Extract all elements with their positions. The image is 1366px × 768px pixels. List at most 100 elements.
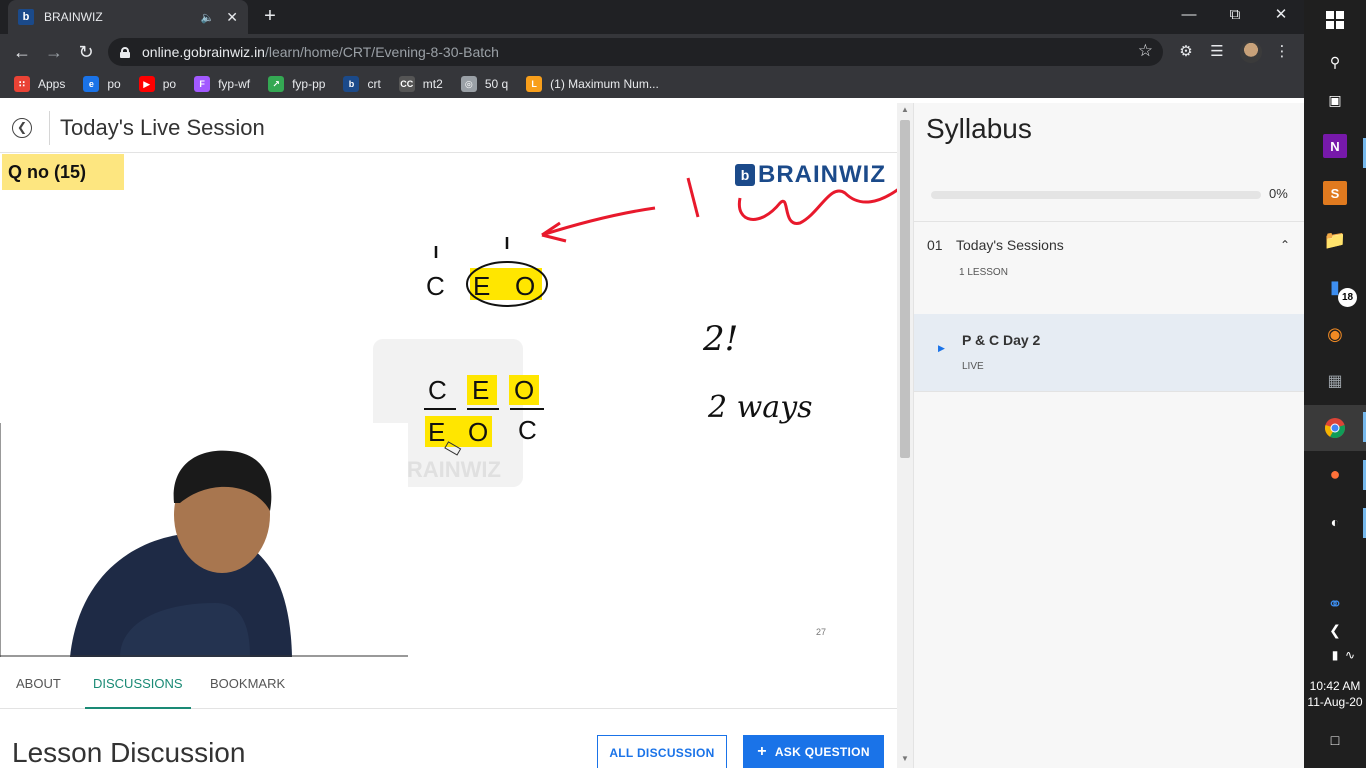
minimize-button[interactable]: —: [1166, 0, 1212, 30]
apps-grid-icon: ∷: [14, 76, 30, 92]
bookmark-label: crt: [367, 77, 381, 91]
ask-question-button[interactable]: + ASK QUESTION: [743, 735, 884, 768]
lesson-discussion-heading: Lesson Discussion: [12, 737, 246, 768]
page-scrollbar[interactable]: ▲ ▼: [897, 103, 913, 768]
scroll-down-icon[interactable]: ▼: [901, 754, 909, 763]
bookmark-label: mt2: [422, 77, 443, 91]
handwritten-ways: 2 ways: [707, 390, 813, 425]
page-title: Today's Live Session: [60, 115, 265, 140]
ask-question-label: ASK QUESTION: [774, 745, 870, 759]
windows-taskbar: ⚲ ▣ N S 📁 ▮ ◉ ▦ ● ◐ ⚭ ❮ ▮ ∿ 10:42 AM 11-…: [1304, 0, 1366, 768]
bookmark-label: fyp-pp: [292, 77, 326, 91]
clock-time: 10:42 AM: [1309, 679, 1361, 693]
handwritten-factorial: 2!: [702, 319, 738, 359]
task-view-icon[interactable]: ▣: [1323, 88, 1347, 112]
plus-icon: +: [757, 743, 767, 760]
bookmark-label: 50 q: [484, 77, 509, 91]
back-circle-icon[interactable]: ❮: [12, 118, 32, 138]
url-host: online.gobrainwiz.in: [142, 44, 265, 60]
header-divider: [49, 111, 50, 145]
tab-about[interactable]: ABOUT: [16, 657, 61, 709]
bookmark-item[interactable]: CC mt2: [398, 76, 443, 92]
lesson-tabs: ABOUT DISCUSSIONS BOOKMARK: [0, 657, 897, 709]
media-control-icon[interactable]: ☰: [1207, 42, 1227, 62]
bookmark-item[interactable]: ↗ fyp-pp: [268, 76, 325, 92]
chrome-menu-icon[interactable]: ⋮: [1272, 42, 1292, 62]
browser-tab[interactable]: b BRAINWIZ 🔈 ✕: [8, 0, 248, 34]
bookmark-star-icon[interactable]: ☆: [1138, 41, 1153, 61]
page-header: ❮ Today's Live Session: [0, 103, 897, 153]
sublime-text-icon[interactable]: S: [1323, 181, 1347, 205]
bookmark-item[interactable]: L (1) Maximum Num...: [526, 76, 659, 92]
bookmark-label: po: [107, 77, 121, 91]
tab-discussions[interactable]: DISCUSSIONS: [85, 657, 191, 709]
windows-start-icon[interactable]: [1323, 8, 1347, 32]
brainwiz-icon: b: [343, 76, 360, 92]
live-video-frame[interactable]: Q no (15) b BRAINWIZ BRAINWIZ C E O C E …: [0, 153, 897, 657]
scroll-up-icon[interactable]: ▲: [901, 105, 909, 114]
bookmark-item[interactable]: ∷ Apps: [14, 76, 65, 92]
profile-avatar[interactable]: [1240, 41, 1262, 63]
section-lesson-count: 1 LESSON: [959, 267, 1008, 278]
divider: [914, 221, 1305, 222]
letter-row2-c: C: [518, 415, 537, 445]
restore-button[interactable]: ⧉: [1212, 0, 1258, 30]
tab-title: BRAINWIZ: [44, 10, 103, 24]
e-icon: e: [83, 76, 100, 92]
extensions-puzzle-icon[interactable]: ⚙: [1176, 42, 1196, 62]
bookmark-label: (1) Maximum Num...: [550, 77, 659, 91]
onenote-icon[interactable]: N: [1323, 134, 1347, 158]
forward-icon[interactable]: →: [42, 40, 66, 64]
address-bar[interactable]: online.gobrainwiz.in /learn/home/CRT/Eve…: [108, 38, 1163, 66]
chevron-up-icon[interactable]: ⌃: [1280, 238, 1290, 252]
scrollbar-thumb[interactable]: [900, 120, 910, 458]
bookmarks-bar: ∷ Apps e po ▶ po Ffyp-wf ↗ fyp-pp b crt CC mt2 ◎ 50 qL…: [0, 70, 1304, 98]
play-icon: ▶: [938, 343, 945, 353]
firefox-icon[interactable]: ●: [1323, 462, 1347, 486]
anydesk-icon[interactable]: ⚭: [1323, 592, 1347, 616]
back-icon[interactable]: ←: [10, 40, 34, 64]
bookmark-item[interactable]: ◎ 50 q: [460, 76, 509, 92]
figma-icon: F: [194, 76, 211, 92]
show-hidden-icons-chevron-icon[interactable]: ❮: [1323, 618, 1347, 642]
bookmark-item[interactable]: ▶ po: [138, 76, 177, 92]
progress-percent: 0%: [1269, 186, 1288, 201]
leetcode-icon: L: [526, 76, 543, 92]
notification-count-badge: 18: [1338, 288, 1357, 307]
tab-bookmark[interactable]: BOOKMARK: [210, 657, 285, 709]
lesson-item[interactable]: ▶ P & C Day 2 LIVE: [914, 314, 1305, 391]
letter-top-c: C: [426, 271, 445, 301]
reload-icon[interactable]: ↻: [74, 40, 98, 64]
letter-row1-e: E: [472, 375, 489, 405]
chrome-icon[interactable]: [1323, 416, 1347, 440]
globe-icon: ◎: [460, 76, 477, 92]
page-content: ❮ Today's Live Session Q no (15) b BRAIN…: [0, 103, 913, 768]
wifi-icon[interactable]: ∿: [1338, 643, 1362, 667]
instructor-video: [0, 423, 408, 657]
annotation-scribble: [737, 188, 897, 225]
annotation-stroke: [686, 177, 700, 218]
annotation-arrow: [541, 206, 656, 237]
close-tab-icon[interactable]: ✕: [226, 9, 238, 26]
bookmark-item[interactable]: e po: [83, 76, 121, 92]
audio-playing-icon[interactable]: 🔈: [201, 11, 215, 24]
lesson-name: P & C Day 2: [962, 332, 1041, 348]
syllabus-title: Syllabus: [926, 113, 1032, 144]
close-window-button[interactable]: ✕: [1258, 0, 1304, 30]
lock-icon: [120, 46, 130, 58]
bookmark-label: po: [162, 77, 177, 91]
taskbar-clock[interactable]: 10:42 AM 11-Aug-20: [1304, 678, 1366, 710]
bookmark-item[interactable]: b crt: [343, 76, 381, 92]
notification-icon[interactable]: □: [1323, 728, 1347, 752]
photos-icon[interactable]: ◐: [1323, 510, 1347, 534]
new-tab-button[interactable]: +: [259, 5, 281, 27]
search-icon[interactable]: ⚲: [1323, 50, 1347, 74]
letter-row1-o: O: [514, 375, 534, 405]
all-discussion-button[interactable]: ALL DISCUSSION: [597, 735, 727, 768]
letter-row2-o: O: [468, 417, 488, 447]
file-explorer-icon[interactable]: 📁: [1323, 228, 1347, 252]
bookmark-item[interactable]: Ffyp-wf: [194, 76, 250, 92]
calculator-icon[interactable]: ▦: [1323, 369, 1347, 393]
instructor-figure: [0, 423, 408, 657]
media-player-icon[interactable]: ◉: [1323, 322, 1347, 346]
